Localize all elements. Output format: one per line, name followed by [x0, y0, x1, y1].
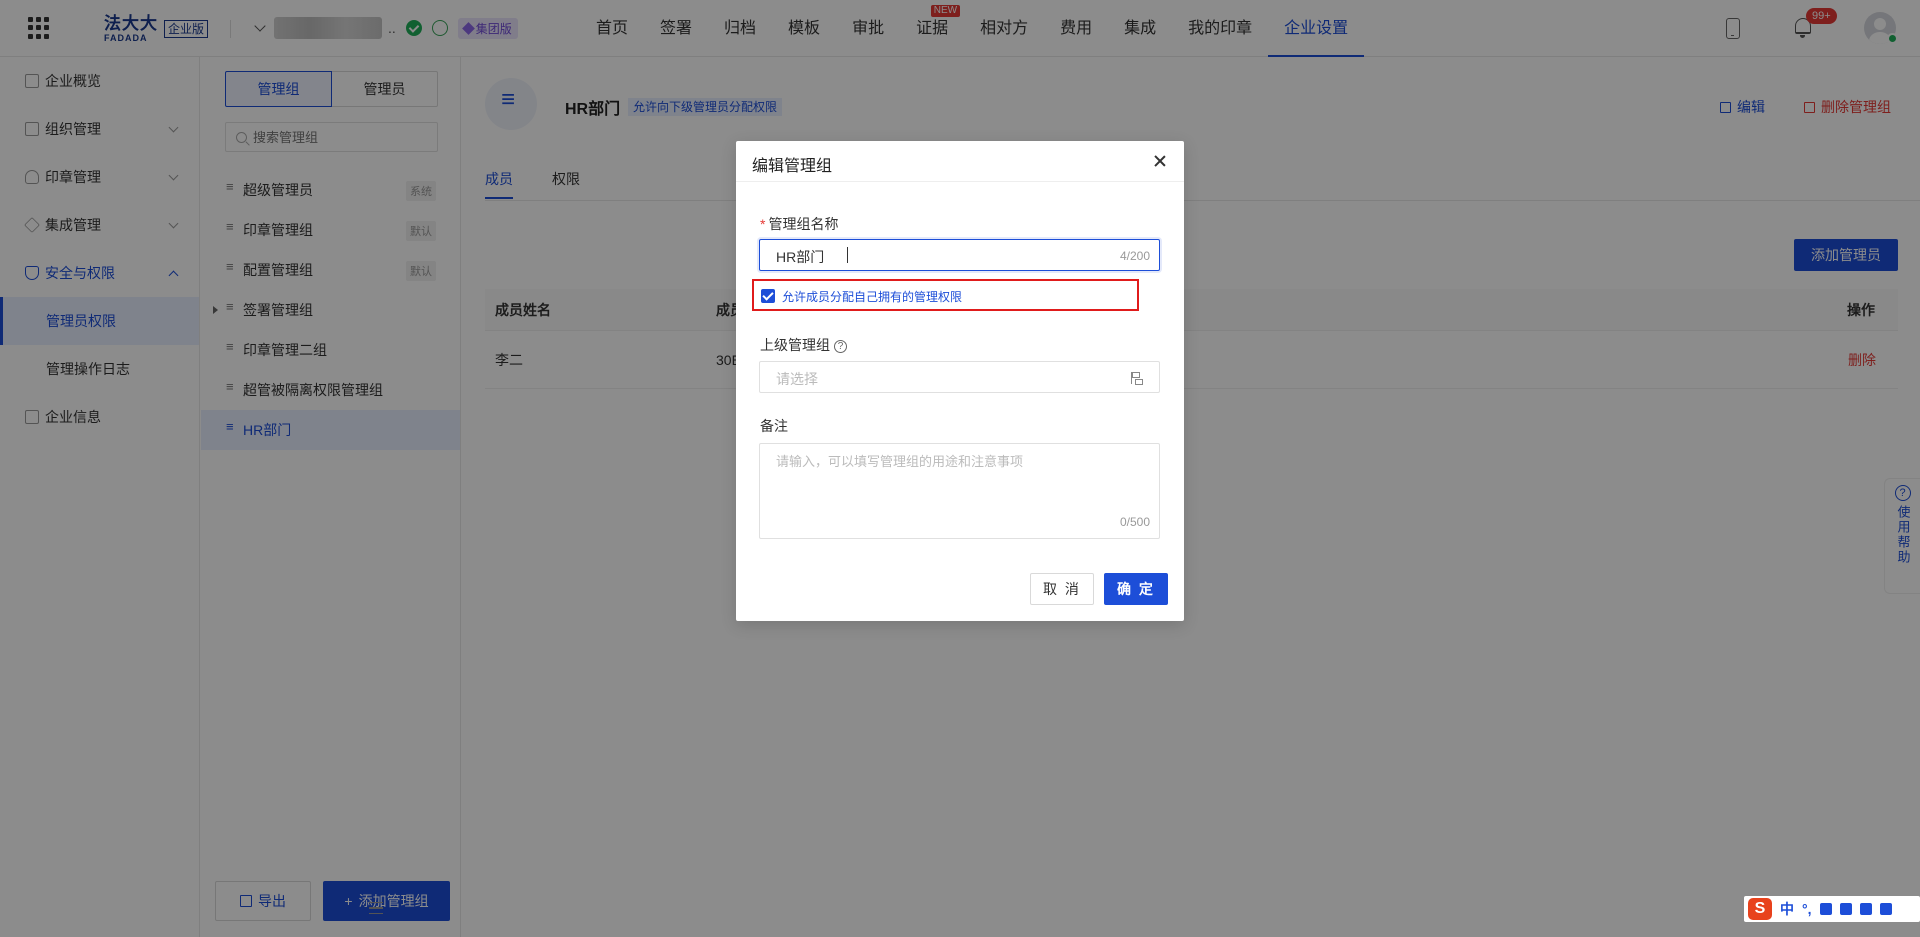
- dialog-title: 编辑管理组: [752, 158, 833, 175]
- dialog-header: 编辑管理组: [736, 141, 1184, 182]
- question-icon[interactable]: ?: [834, 339, 847, 353]
- tree-icon: [1131, 372, 1143, 385]
- keyboard-icon[interactable]: [1839, 903, 1852, 915]
- skin-icon[interactable]: [1859, 903, 1872, 915]
- edit-group-dialog: 编辑管理组 * 管理组名称 HR部门 4/200 允许成员分配自己拥有的管理权限 …: [736, 141, 1184, 621]
- group-name-value: HR部门: [776, 249, 825, 265]
- ime-toolbar: S 中 °,: [1744, 896, 1920, 922]
- close-icon[interactable]: [1152, 153, 1168, 169]
- allow-assign-label[interactable]: 允许成员分配自己拥有的管理权限: [782, 288, 962, 305]
- text-caret: [847, 247, 848, 263]
- parent-group-label: 上级管理组?: [760, 335, 847, 355]
- name-label: * 管理组名称: [760, 216, 839, 232]
- parent-group-select[interactable]: 请选择: [759, 361, 1160, 393]
- sogou-icon[interactable]: S: [1748, 898, 1772, 920]
- remark-label: 备注: [760, 418, 788, 434]
- mic-icon[interactable]: [1819, 903, 1832, 915]
- allow-assign-checkbox[interactable]: [761, 289, 775, 303]
- apps-icon[interactable]: [1879, 903, 1892, 915]
- ime-mode[interactable]: 中: [1780, 899, 1794, 919]
- name-char-count: 4/200: [1119, 249, 1150, 263]
- ime-punct[interactable]: °,: [1802, 901, 1812, 917]
- parent-group-placeholder: 请选择: [776, 371, 818, 387]
- remark-char-count: 0/500: [1119, 515, 1150, 529]
- confirm-button[interactable]: 确 定: [1104, 573, 1168, 605]
- cancel-button[interactable]: 取 消: [1030, 573, 1094, 605]
- remark-placeholder: 请输入，可以填写管理组的用途和注意事项: [776, 454, 1024, 469]
- remark-textarea[interactable]: 请输入，可以填写管理组的用途和注意事项 0/500: [759, 443, 1160, 539]
- group-name-input[interactable]: HR部门 4/200: [759, 239, 1160, 271]
- required-mark: *: [760, 216, 766, 232]
